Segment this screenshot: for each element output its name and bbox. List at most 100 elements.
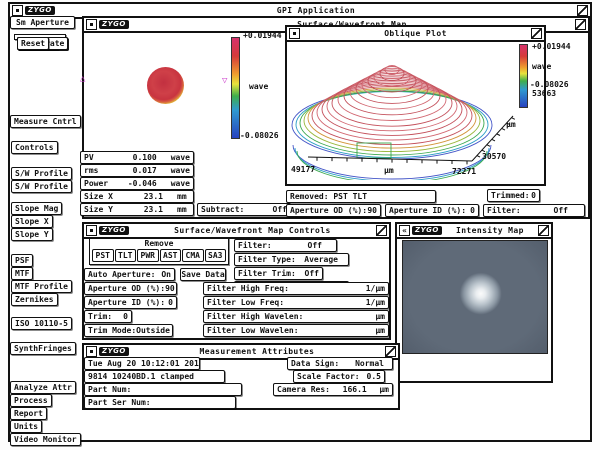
remove-group: Remove PST TLT PWR AST CMA SA3 bbox=[89, 238, 229, 265]
collapse-glyph: « bbox=[402, 227, 407, 235]
scale-factor-field[interactable]: Scale Factor: 0.5 bbox=[293, 370, 385, 383]
colorbar-marker-icon[interactable]: ▽ bbox=[222, 77, 227, 86]
result-label: rms bbox=[84, 165, 118, 176]
window-menu-icon[interactable] bbox=[12, 5, 23, 16]
analyze-attr-button[interactable]: Analyze Attr bbox=[10, 381, 76, 394]
field-value: 166.1 bbox=[343, 384, 367, 395]
field-value: 0.5 bbox=[367, 371, 381, 382]
field-label: Trimmed: bbox=[491, 190, 530, 201]
report-button[interactable]: Report bbox=[10, 407, 47, 420]
filter-low-freq-field[interactable]: Filter Low Freq: 1/µm bbox=[203, 296, 389, 309]
zernikes-button[interactable]: Zernikes bbox=[11, 293, 58, 306]
measure-cntrl-button[interactable]: Measure Cntrl bbox=[10, 115, 81, 128]
app-title: GPI Application bbox=[55, 6, 577, 15]
trim-mode-field[interactable]: Trim Mode: Outside bbox=[84, 324, 173, 337]
collapse-icon[interactable]: « bbox=[399, 225, 410, 236]
data-sign-field[interactable]: Data Sign: Normal bbox=[287, 357, 393, 370]
field-label: Trim: bbox=[88, 311, 112, 322]
left-marker-icon[interactable]: △ bbox=[80, 75, 85, 84]
process-button[interactable]: Process bbox=[10, 394, 52, 407]
filter-high-wavelen-field[interactable]: Filter High Wavelen: µm bbox=[203, 310, 389, 323]
subtract-field[interactable]: Subtract: Off bbox=[197, 203, 291, 216]
resize-corner-icon[interactable] bbox=[531, 28, 542, 39]
window-menu-icon[interactable] bbox=[86, 19, 97, 30]
mtf-profile-button[interactable]: MTF Profile bbox=[11, 280, 72, 293]
intensity-titlebar: « ZYGO Intensity Map bbox=[397, 224, 551, 239]
oblique-y-right-tick: 30570 bbox=[482, 152, 506, 161]
aperture-id-field[interactable]: Aperture ID (%): 0 bbox=[84, 296, 177, 309]
field-label: Part Ser Num: bbox=[88, 397, 151, 408]
filter-low-wavelen-field[interactable]: Filter Low Wavelen: µm bbox=[203, 324, 389, 337]
map-aperture-od-field[interactable]: Aperture OD (%): 90 bbox=[286, 204, 381, 217]
remove-cma-button[interactable]: CMA bbox=[182, 249, 204, 262]
timestamp-field: Tue Aug 20 10:12:01 2013 bbox=[84, 357, 200, 370]
field-units: µm bbox=[379, 384, 389, 395]
filter-trim-field[interactable]: Filter Trim: Off bbox=[234, 267, 323, 280]
save-data-button-controls[interactable]: Save Data bbox=[180, 268, 226, 281]
camera-res-field: Camera Res: 166.1 µm bbox=[273, 383, 393, 396]
auto-aperture-field[interactable]: Auto Aperture: On bbox=[84, 268, 175, 281]
controls-button[interactable]: Controls bbox=[11, 141, 58, 154]
oblique-colorbar-units: wave bbox=[532, 62, 551, 71]
field-value: Normal bbox=[355, 358, 384, 369]
window-menu-icon[interactable] bbox=[86, 225, 97, 236]
remove-sa3-button[interactable]: SA3 bbox=[205, 249, 227, 262]
slope-y-button[interactable]: Slope Y bbox=[11, 228, 53, 241]
sm-aperture-button[interactable]: Sm Aperture bbox=[10, 16, 75, 29]
window-menu-icon[interactable] bbox=[86, 346, 97, 357]
remove-pwr-button[interactable]: PWR bbox=[137, 249, 159, 262]
remove-tlt-button[interactable]: TLT bbox=[115, 249, 137, 262]
filter-high-freq-field[interactable]: Filter High Freq: 1/µm bbox=[203, 282, 389, 295]
iso-10110-5-button[interactable]: ISO 10110-5 bbox=[11, 317, 72, 330]
map-aperture-id-field[interactable]: Aperture ID (%): 0 bbox=[385, 204, 479, 217]
field-label: Filter Low Freq: bbox=[207, 297, 284, 308]
sw-profile-button-1[interactable]: S/W Profile bbox=[11, 167, 72, 180]
field-value: Outside bbox=[136, 325, 170, 336]
remove-pst-button[interactable]: PST bbox=[92, 249, 114, 262]
result-units: mm bbox=[177, 191, 187, 202]
field-label: Filter Low Wavelen: bbox=[207, 325, 299, 336]
window-menu-icon[interactable] bbox=[289, 28, 300, 39]
field-value: Off bbox=[273, 204, 287, 215]
zygo-logo: ZYGO bbox=[99, 20, 129, 29]
map-colorbar-min: -0.08026 bbox=[240, 131, 279, 140]
aperture-od-field[interactable]: Aperture OD (%): 90 bbox=[84, 282, 177, 295]
trim-field[interactable]: Trim: 0 bbox=[84, 310, 132, 323]
resize-corner-icon[interactable] bbox=[538, 225, 549, 236]
field-label: Filter Trim: bbox=[238, 268, 296, 279]
sidebar-slopes: Slope Mag Slope X Slope Y bbox=[11, 202, 62, 243]
oblique-colorbar-extra: 53663 bbox=[532, 89, 556, 98]
field-value: Off bbox=[308, 240, 322, 251]
field-value: Off bbox=[554, 205, 568, 216]
mtf-button[interactable]: MTF bbox=[11, 267, 33, 280]
units-button[interactable]: Units bbox=[10, 420, 42, 433]
synthfringes-button[interactable]: SynthFringes bbox=[10, 342, 76, 355]
resize-corner-icon[interactable] bbox=[577, 5, 588, 16]
result-label: Size X bbox=[84, 191, 121, 202]
field-value: 0 bbox=[531, 190, 536, 201]
field-label: Filter Type: bbox=[238, 254, 296, 265]
part-ser-num-field[interactable]: Part Ser Num: bbox=[84, 396, 236, 409]
remove-ast-button[interactable]: AST bbox=[160, 249, 182, 262]
resize-corner-icon[interactable] bbox=[385, 346, 396, 357]
reset-button[interactable]: Reset bbox=[17, 37, 49, 50]
zygo-logo: ZYGO bbox=[99, 347, 129, 356]
video-monitor-button[interactable]: Video Monitor bbox=[10, 433, 81, 446]
field-label: Camera Res: bbox=[277, 384, 330, 395]
slope-mag-button[interactable]: Slope Mag bbox=[11, 202, 62, 215]
slope-x-button[interactable]: Slope X bbox=[11, 215, 53, 228]
field-label: Aperture ID (%): bbox=[389, 205, 466, 216]
result-label: Power bbox=[84, 178, 118, 189]
part-num-field[interactable]: Part Num: bbox=[84, 383, 242, 396]
filter-field[interactable]: Filter: Off bbox=[234, 239, 337, 252]
psf-button[interactable]: PSF bbox=[11, 254, 33, 267]
field-label: Aperture ID (%): bbox=[88, 297, 165, 308]
filter-type-field[interactable]: Filter Type: Average bbox=[234, 253, 349, 266]
sw-profile-button-2[interactable]: S/W Profile bbox=[11, 180, 72, 193]
sidebar-synth: SynthFringes bbox=[10, 342, 76, 357]
resize-corner-icon[interactable] bbox=[575, 19, 586, 30]
map-filter-field[interactable]: Filter: Off bbox=[483, 204, 585, 217]
result-rms: rms 0.017 wave bbox=[80, 164, 194, 177]
resize-corner-icon[interactable] bbox=[376, 225, 387, 236]
oblique-y-axis-units: µm bbox=[506, 120, 516, 129]
